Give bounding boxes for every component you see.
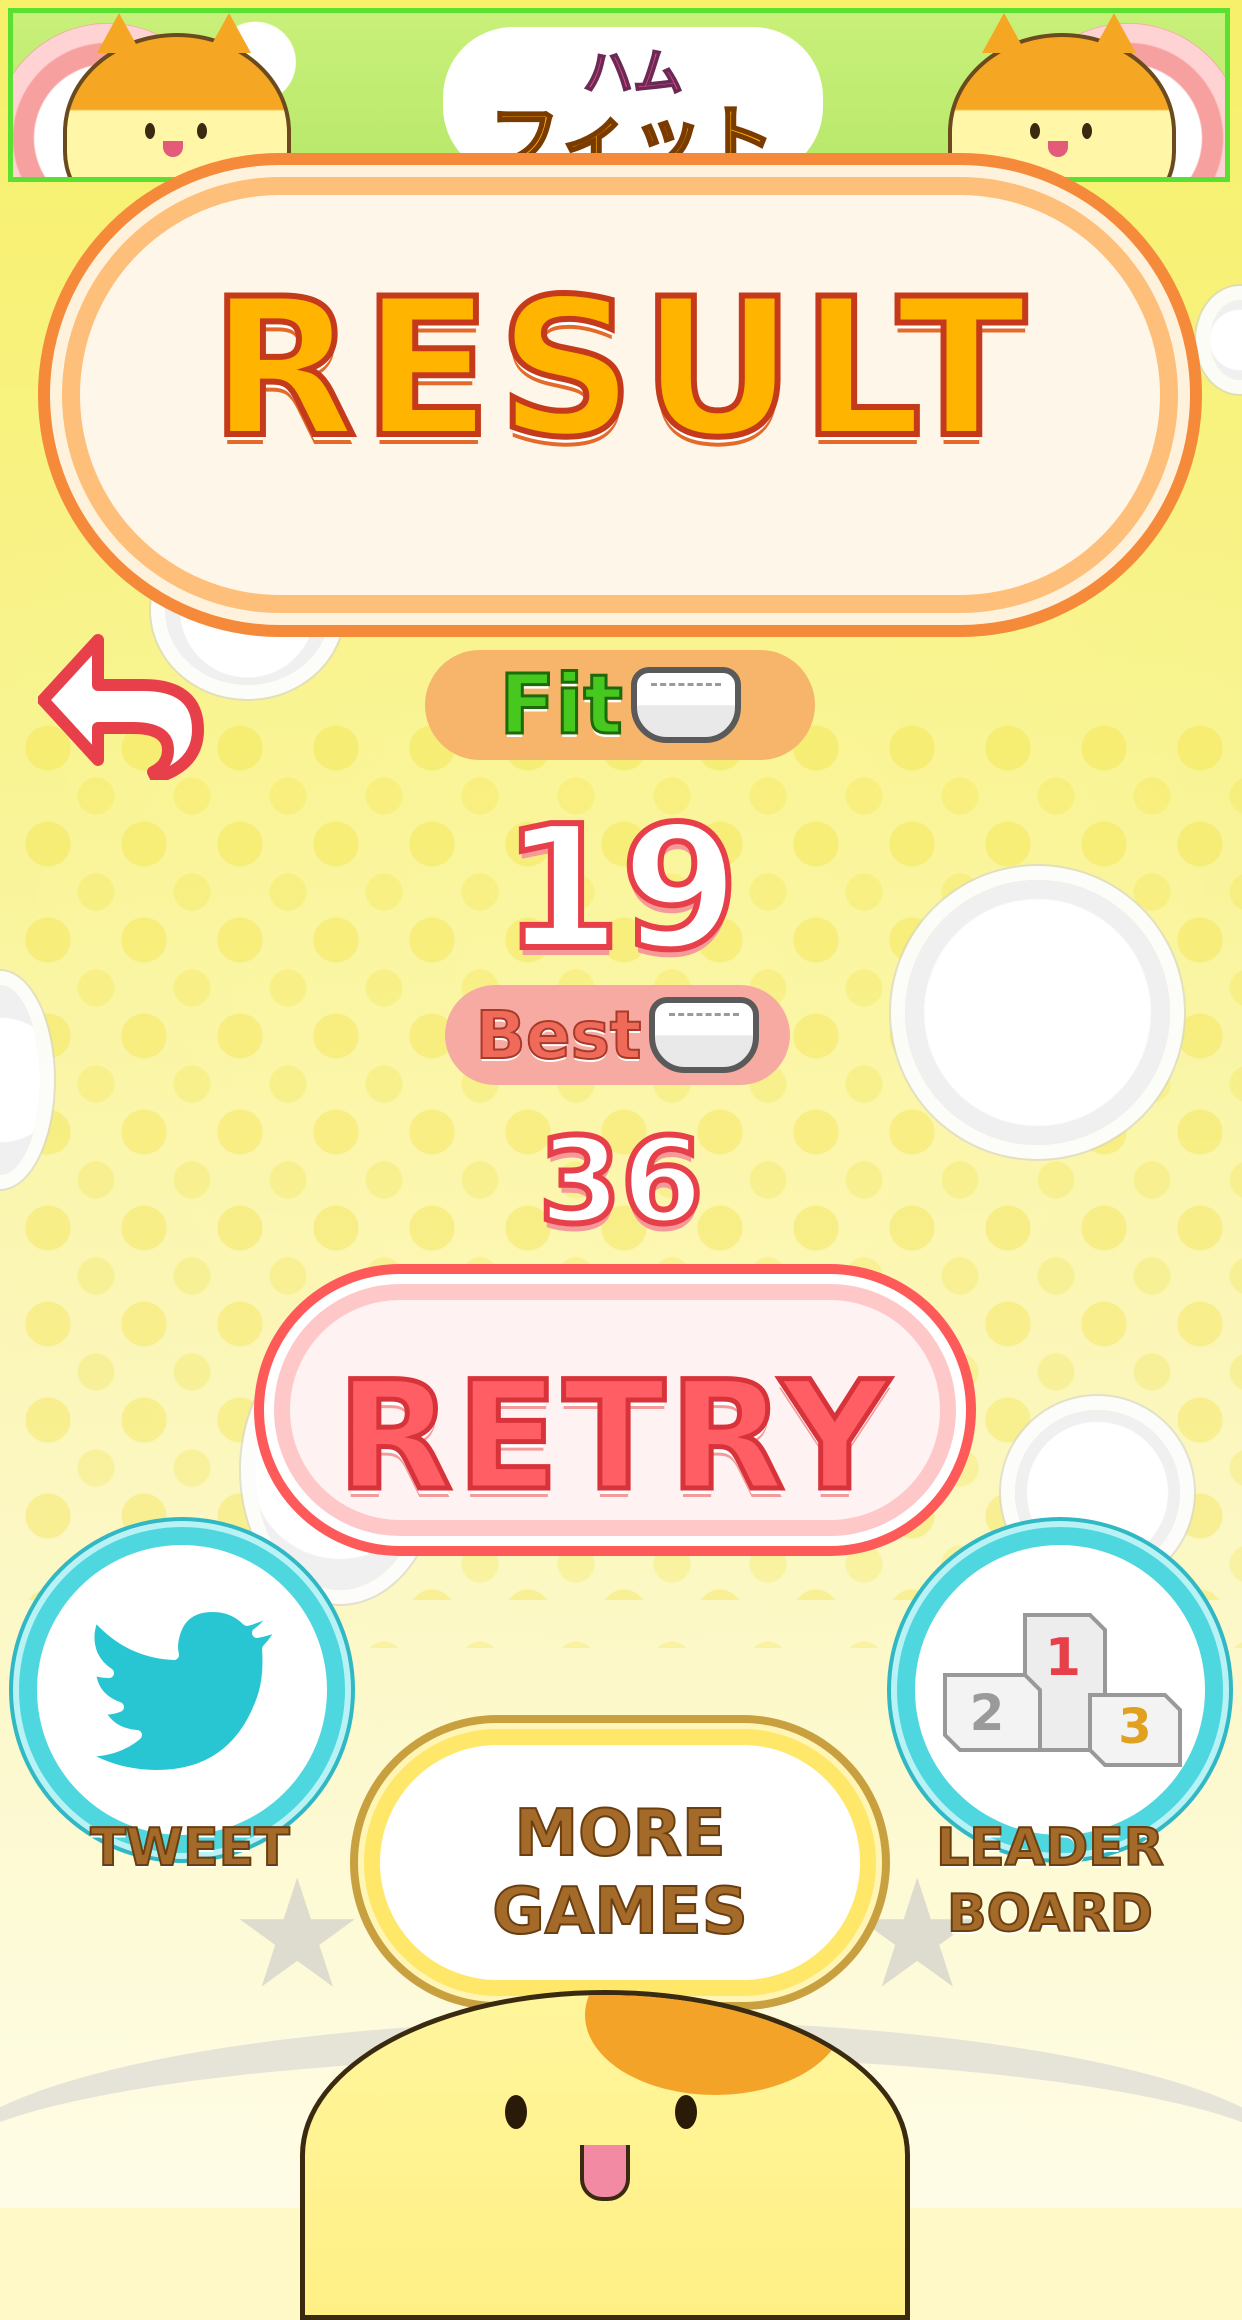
podium-second: 2 [970, 1684, 1005, 1742]
leaderboard-button[interactable]: 1 2 3 [915, 1545, 1205, 1835]
hamster-eye [505, 2095, 527, 2129]
tweet-caption: TWEET [89, 1817, 290, 1879]
hamster-mouth [580, 2145, 630, 2201]
more-games-line1: MORE [513, 1796, 726, 1872]
podium-third: 3 [1118, 1699, 1151, 1755]
hamster-mascot-icon [300, 1990, 910, 2320]
more-games-label: MORE GAMES [380, 1795, 860, 1951]
more-games-line2: GAMES [491, 1874, 749, 1950]
leaderboard-caption: LEADER BOARD [900, 1815, 1200, 1947]
best-label: Best [445, 985, 790, 1085]
result-title: RESULT [207, 255, 1033, 482]
game-logo: ハム フィット [443, 27, 823, 177]
leaderboard-caption-line2: BOARD [946, 1883, 1154, 1945]
tweet-button[interactable] [37, 1545, 327, 1835]
back-button[interactable] [37, 630, 208, 784]
podium-first: 1 [1045, 1628, 1081, 1688]
hamster-fur-patch [585, 1995, 845, 2095]
fit-label: Fit [425, 650, 815, 760]
twitter-bird-icon [72, 1602, 287, 1780]
fit-score: 19 [500, 787, 743, 991]
retry-button[interactable]: RETRY [290, 1300, 940, 1527]
ad-banner[interactable]: ハム フィット [8, 8, 1230, 182]
back-arrow-icon [37, 634, 204, 784]
fit-label-text: Fit [498, 656, 624, 754]
best-score: 36 [536, 1109, 706, 1253]
star-icon: ★ [230, 1848, 365, 2022]
more-games-button[interactable]: MORE GAMES [380, 1745, 860, 1980]
podium-icon: 1 2 3 [943, 1613, 1182, 1767]
hamster-eye [675, 2095, 697, 2129]
logo-main-text: フィット [488, 97, 777, 180]
retry-label: RETRY [334, 1348, 894, 1527]
diaper-icon [630, 667, 741, 743]
diaper-icon [649, 997, 760, 1073]
best-label-text: Best [475, 996, 643, 1075]
leaderboard-caption-line1: LEADER [935, 1817, 1165, 1879]
